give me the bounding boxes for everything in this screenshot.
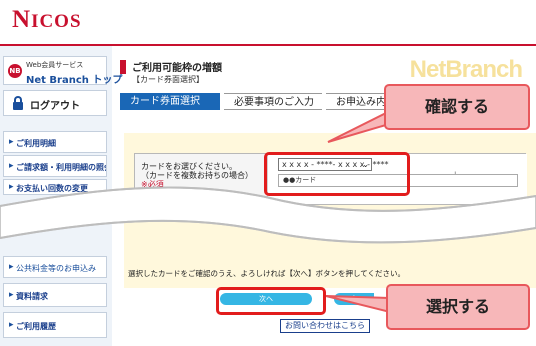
next-button-highlight	[216, 287, 326, 315]
confirm-callout: 確認する	[384, 84, 530, 130]
card-select-highlight	[264, 152, 410, 196]
select-callout-pointer	[325, 295, 391, 314]
select-callout: 選択する	[386, 284, 530, 330]
